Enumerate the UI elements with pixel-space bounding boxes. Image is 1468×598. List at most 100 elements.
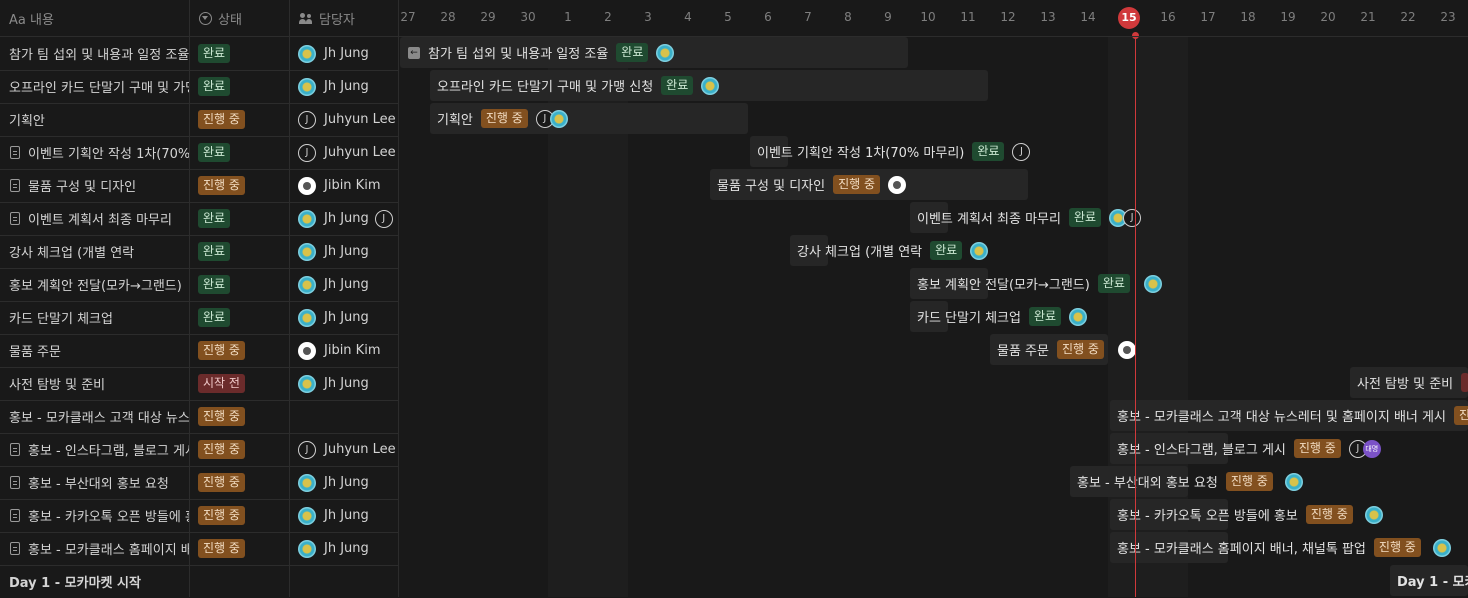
status-badge[interactable]: 완료: [198, 275, 231, 294]
table-row[interactable]: 홍보 - 인스타그램, 블로그 게시 진행 중 J Juhyun Lee: [0, 433, 398, 467]
status-badge[interactable]: 완료: [198, 209, 231, 228]
assignee-name[interactable]: Jh Jung: [324, 475, 369, 490]
avatar: J: [1012, 142, 1031, 161]
timeline-bar-label: 사전 탐방 및 준비: [1357, 367, 1468, 398]
assignee-name[interactable]: Juhyun Lee: [324, 112, 396, 127]
assignee-name[interactable]: Jibin Kim: [324, 178, 380, 193]
table-row[interactable]: 카드 단말기 체크업 완료 Jh Jung: [0, 301, 398, 335]
bar-title: 홍보 - 부산대외 홍보 요청: [1077, 476, 1218, 491]
row-title[interactable]: Day 1 - 모카마켓 시작: [9, 572, 141, 591]
assignee-name[interactable]: Jh Jung: [324, 541, 369, 556]
table-row[interactable]: 홍보 - 카카오톡 오픈 방들에 홍보 진행 중 Jh Jung: [0, 499, 398, 533]
status-badge[interactable]: 진행 중: [198, 407, 245, 426]
row-title[interactable]: 홍보 - 카카오톡 오픈 방들에 홍보: [28, 506, 190, 525]
assignee-name[interactable]: Jh Jung: [324, 79, 369, 94]
avatar: [1284, 472, 1303, 491]
table-row[interactable]: 오프라인 카드 단말기 구매 및 가맹 신청 완료 Jh Jung: [0, 70, 398, 104]
assignee-name[interactable]: Jh Jung: [324, 310, 369, 325]
table-row[interactable]: 물품 구성 및 디자인 진행 중 Jibin Kim: [0, 169, 398, 203]
status-badge[interactable]: 진행 중: [198, 110, 245, 129]
bar-title: 강사 체크업 (개별 연락: [797, 245, 923, 260]
column-header-status[interactable]: 상태: [199, 0, 289, 37]
table-row[interactable]: 물품 주문 진행 중 Jibin Kim: [0, 334, 398, 368]
column-header-assignee[interactable]: 담당자: [299, 0, 397, 37]
status-badge[interactable]: 진행 중: [198, 440, 245, 459]
status-badge[interactable]: 진행 중: [198, 176, 245, 195]
row-title[interactable]: 홍보 - 부산대외 홍보 요청: [28, 473, 169, 492]
assignee-name[interactable]: Jh Jung: [324, 46, 369, 61]
day-label: 8: [844, 10, 852, 24]
status-badge: [1461, 373, 1468, 392]
table-row[interactable]: Day 1 - 모카마켓 시작: [0, 565, 398, 598]
status-badge[interactable]: 완료: [198, 143, 231, 162]
table-row[interactable]: 참가 팀 섭외 및 내용과 일정 조율 완료 Jh Jung: [0, 37, 398, 71]
table-row[interactable]: 홍보 - 모카클래스 고객 대상 뉴스레터 및 홈페이지 배너 게시 진행 중: [0, 400, 398, 434]
row-title[interactable]: 참가 팀 섭외 및 내용과 일정 조율: [9, 44, 189, 63]
row-title[interactable]: 홍보 - 모카클래스 고객 대상 뉴스레터 및 홈페이지 배너 게시: [9, 407, 190, 426]
day-label: 4: [684, 10, 692, 24]
status-badge: 진행 중: [1056, 340, 1104, 359]
table-row[interactable]: 홍보 계획안 전달(모카→그랜드) 완료 Jh Jung: [0, 268, 398, 302]
arrow-left-icon[interactable]: ←: [408, 46, 420, 59]
column-header-title[interactable]: Aa 내용: [9, 0, 189, 37]
avatar: [656, 43, 675, 62]
column-divider: [189, 0, 190, 597]
table-row[interactable]: 홍보 - 부산대외 홍보 요청 진행 중 Jh Jung: [0, 466, 398, 500]
assignee-name[interactable]: Juhyun Lee: [324, 145, 396, 160]
row-title[interactable]: 오프라인 카드 단말기 구매 및 가맹 신청: [9, 77, 190, 96]
table-row[interactable]: 기획안 진행 중 J Juhyun Lee: [0, 103, 398, 137]
table-panel: Aa 내용 상태 담당자 참가 팀 섭외 및 내용과 일정 조율 완료 Jh J…: [0, 0, 398, 597]
assignee-name[interactable]: Jh Jung: [324, 277, 369, 292]
status-badge[interactable]: 완료: [198, 77, 231, 96]
table-row[interactable]: 홍보 - 모카클래스 홈페이지 배너, 채널톡 팝업 진행 중 Jh Jung: [0, 532, 398, 566]
row-title[interactable]: 홍보 - 인스타그램, 블로그 게시: [28, 440, 190, 459]
assignee-name[interactable]: Jh Jung: [324, 376, 369, 391]
avatar: [970, 241, 989, 260]
status-badge[interactable]: 진행 중: [198, 473, 245, 492]
bar-title: 오프라인 카드 단말기 구매 및 가맹 신청: [437, 80, 654, 95]
assignee-name[interactable]: Jh Jung: [324, 508, 369, 523]
row-title[interactable]: 홍보 계획안 전달(모카→그랜드): [9, 275, 182, 294]
table-row[interactable]: 사전 탐방 및 준비 시작 전 Jh Jung: [0, 367, 398, 401]
column-header-assignee-label: 담당자: [319, 13, 355, 28]
row-title[interactable]: 사전 탐방 및 준비: [9, 374, 105, 393]
timeline-bar-label: 홍보 - 모카클래스 홈페이지 배너, 채널톡 팝업 진행 중: [1117, 532, 1451, 563]
timeline-bar-label: 물품 주문 진행 중: [997, 334, 1136, 365]
row-title[interactable]: 홍보 - 모카클래스 홈페이지 배너, 채널톡 팝업: [28, 539, 190, 558]
status-badge[interactable]: 진행 중: [198, 539, 245, 558]
row-title[interactable]: 기획안: [9, 110, 45, 129]
table-row[interactable]: 이벤트 기획안 작성 1차(70% 마무리) 완료 J Juhyun Lee: [0, 136, 398, 170]
bar-title: 참가 팀 섭외 및 내용과 일정 조율: [428, 47, 609, 62]
table-row[interactable]: 강사 체크업 (개별 연락 완료 Jh Jung: [0, 235, 398, 269]
status-badge: 진행 중: [833, 175, 881, 194]
status-badge[interactable]: 완료: [198, 242, 231, 261]
row-title[interactable]: 카드 단말기 체크업: [9, 308, 113, 327]
avatar: [298, 275, 316, 294]
status-badge[interactable]: 완료: [198, 308, 231, 327]
assignee-name[interactable]: Jibin Kim: [324, 343, 380, 358]
day-label: 28: [440, 10, 456, 24]
day-label: 22: [1400, 10, 1416, 24]
row-title[interactable]: 강사 체크업 (개별 연락: [9, 242, 134, 261]
avatar: [298, 341, 316, 360]
bar-title: 사전 탐방 및 준비: [1357, 377, 1454, 392]
bar-title: 물품 구성 및 디자인: [717, 179, 826, 194]
assignee-name[interactable]: Juhyun Lee: [324, 442, 396, 457]
timeline-bar-label: 홍보 - 인스타그램, 블로그 게시 진행 중 J 대명: [1117, 433, 1381, 464]
status-column-icon: [199, 12, 212, 25]
row-title[interactable]: 이벤트 기획안 작성 1차(70% 마무리): [28, 143, 190, 162]
avatar: [298, 77, 316, 96]
status-badge[interactable]: 시작 전: [198, 374, 245, 393]
assignee-name[interactable]: Jh Jung: [324, 244, 369, 259]
row-title[interactable]: 물품 주문: [9, 341, 61, 360]
row-title[interactable]: 물품 구성 및 디자인: [28, 176, 136, 195]
column-divider: [289, 0, 290, 597]
assignee-name[interactable]: Jh Jung: [324, 211, 369, 226]
table-row[interactable]: 이벤트 계획서 최종 마무리 완료 Jh Jung J: [0, 202, 398, 236]
bar-title: 이벤트 기획안 작성 1차(70% 마무리): [757, 146, 965, 161]
status-badge[interactable]: 완료: [198, 44, 231, 63]
status-badge: 완료: [972, 142, 1005, 161]
status-badge[interactable]: 진행 중: [198, 506, 245, 525]
row-title[interactable]: 이벤트 계획서 최종 마무리: [28, 209, 172, 228]
status-badge[interactable]: 진행 중: [198, 341, 245, 360]
